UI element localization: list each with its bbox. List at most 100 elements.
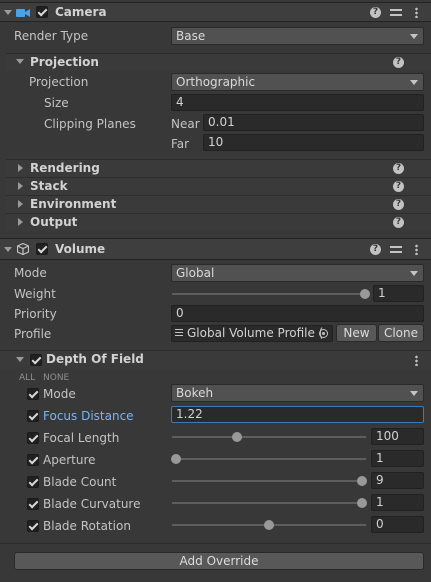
blade-count-label: Blade Count bbox=[43, 475, 117, 489]
chevron-down-icon bbox=[410, 80, 418, 85]
render-type-dropdown[interactable]: Base bbox=[171, 27, 424, 45]
far-label: Far bbox=[171, 137, 190, 151]
dof-menu-icon[interactable] bbox=[415, 355, 418, 366]
environment-help-icon[interactable]: ? bbox=[393, 199, 404, 210]
divider bbox=[0, 543, 431, 544]
blade-curvature-slider-thumb[interactable] bbox=[357, 498, 367, 508]
blade-rotation-field[interactable]: 0 bbox=[371, 516, 424, 533]
weight-field[interactable]: 1 bbox=[373, 285, 424, 302]
focal-length-slider-thumb[interactable] bbox=[232, 432, 242, 442]
dof-mode-dropdown[interactable]: Bokeh bbox=[171, 384, 424, 402]
clipping-planes-label: Clipping Planes bbox=[44, 117, 136, 131]
blade-rotation-slider-thumb[interactable] bbox=[264, 520, 274, 530]
size-field[interactable]: 4 bbox=[171, 94, 424, 111]
camera-presets-icon[interactable] bbox=[390, 6, 402, 18]
chevron-down-icon bbox=[410, 391, 418, 396]
blade-curvature-field[interactable]: 1 bbox=[371, 494, 424, 511]
dof-mode-label: Mode bbox=[43, 387, 76, 401]
volume-menu-icon[interactable] bbox=[415, 244, 418, 255]
blade-curvature-label: Blade Curvature bbox=[43, 497, 141, 511]
blade-count-slider-track[interactable] bbox=[172, 480, 366, 482]
weight-slider-thumb[interactable] bbox=[360, 289, 370, 299]
near-label: Near bbox=[171, 117, 200, 131]
focal-length-label: Focal Length bbox=[43, 431, 120, 445]
focus-distance-field[interactable]: 1.22 bbox=[171, 406, 424, 423]
output-help-icon[interactable]: ? bbox=[393, 217, 404, 228]
priority-label: Priority bbox=[14, 307, 57, 321]
aperture-slider-track[interactable] bbox=[172, 458, 366, 460]
environment-expand-arrow[interactable] bbox=[18, 200, 23, 208]
dof-enabled-checkbox[interactable] bbox=[30, 354, 42, 366]
focal-length-override-checkbox[interactable] bbox=[27, 432, 39, 444]
blade-rotation-label: Blade Rotation bbox=[43, 519, 131, 533]
aperture-override-checkbox[interactable] bbox=[27, 454, 39, 466]
stack-section-title: Stack bbox=[30, 179, 68, 193]
aperture-slider-thumb[interactable] bbox=[171, 454, 181, 464]
volume-mode-value: Global bbox=[176, 266, 215, 280]
dof-collapse-arrow[interactable] bbox=[16, 357, 24, 362]
profile-asset-icon bbox=[175, 329, 183, 338]
volume-collapse-arrow[interactable] bbox=[4, 247, 12, 252]
stack-help-icon[interactable]: ? bbox=[393, 181, 404, 192]
focal-length-field[interactable]: 100 bbox=[371, 428, 424, 445]
render-type-label: Render Type bbox=[14, 29, 89, 43]
volume-enabled-checkbox[interactable] bbox=[36, 243, 48, 255]
camera-menu-icon[interactable] bbox=[415, 7, 418, 18]
rendering-help-icon[interactable]: ? bbox=[393, 163, 404, 174]
volume-help-icon[interactable]: ? bbox=[370, 244, 381, 255]
chevron-down-icon bbox=[410, 34, 418, 39]
new-profile-button[interactable]: New bbox=[336, 324, 377, 342]
dof-title: Depth Of Field bbox=[46, 352, 144, 366]
add-override-button[interactable]: Add Override bbox=[14, 552, 424, 570]
blade-count-override-checkbox[interactable] bbox=[27, 476, 39, 488]
blade-rotation-override-checkbox[interactable] bbox=[27, 520, 39, 532]
dof-mode-value: Bokeh bbox=[176, 386, 214, 400]
camera-enabled-checkbox[interactable] bbox=[36, 6, 48, 18]
profile-value: Global Volume Profile ( bbox=[187, 326, 324, 340]
volume-title: Volume bbox=[55, 242, 106, 256]
profile-object-field[interactable]: Global Volume Profile ( bbox=[171, 325, 333, 342]
aperture-field[interactable]: 1 bbox=[371, 450, 424, 467]
environment-section-title: Environment bbox=[30, 197, 117, 211]
blade-curvature-override-checkbox[interactable] bbox=[27, 498, 39, 510]
projection-help-icon[interactable]: ? bbox=[393, 57, 404, 68]
volume-mode-label: Mode bbox=[14, 266, 47, 280]
dof-mode-override-checkbox[interactable] bbox=[27, 388, 39, 400]
camera-help-icon[interactable]: ? bbox=[370, 7, 381, 18]
none-toggle[interactable]: NONE bbox=[43, 370, 69, 386]
focal-length-slider-track[interactable] bbox=[172, 436, 366, 438]
near-field[interactable]: 0.01 bbox=[203, 114, 424, 131]
stack-expand-arrow[interactable] bbox=[18, 182, 23, 190]
render-type-value: Base bbox=[176, 29, 206, 43]
rendering-expand-arrow[interactable] bbox=[18, 164, 23, 172]
chevron-down-icon bbox=[410, 271, 418, 276]
far-field[interactable]: 10 bbox=[203, 134, 424, 151]
all-toggle[interactable]: ALL bbox=[19, 370, 35, 386]
focus-distance-label: Focus Distance bbox=[43, 409, 134, 423]
projection-value: Orthographic bbox=[176, 75, 256, 89]
projection-section-title: Projection bbox=[30, 55, 99, 69]
output-expand-arrow[interactable] bbox=[18, 218, 23, 226]
volume-mode-dropdown[interactable]: Global bbox=[171, 264, 424, 282]
object-picker-icon[interactable] bbox=[319, 329, 328, 338]
aperture-label: Aperture bbox=[43, 453, 96, 467]
output-section-title: Output bbox=[30, 215, 78, 229]
blade-curvature-slider-track[interactable] bbox=[172, 502, 366, 504]
blade-count-field[interactable]: 9 bbox=[371, 472, 424, 489]
stack-section-header[interactable] bbox=[6, 177, 431, 195]
clone-profile-button[interactable]: Clone bbox=[378, 324, 424, 342]
profile-label: Profile bbox=[14, 327, 52, 341]
priority-field[interactable]: 0 bbox=[171, 305, 424, 322]
camera-icon bbox=[16, 7, 30, 17]
camera-collapse-arrow[interactable] bbox=[4, 10, 12, 15]
size-label: Size bbox=[44, 96, 69, 110]
projection-dropdown[interactable]: Orthographic bbox=[171, 73, 424, 91]
volume-presets-icon[interactable] bbox=[390, 243, 402, 255]
blade-count-slider-thumb[interactable] bbox=[357, 476, 367, 486]
cube-icon bbox=[16, 242, 30, 256]
projection-label: Projection bbox=[29, 75, 89, 89]
projection-collapse-arrow[interactable] bbox=[16, 59, 24, 64]
focus-distance-override-checkbox[interactable] bbox=[27, 410, 39, 422]
rendering-section-title: Rendering bbox=[30, 161, 100, 175]
weight-slider-track[interactable] bbox=[172, 293, 366, 295]
